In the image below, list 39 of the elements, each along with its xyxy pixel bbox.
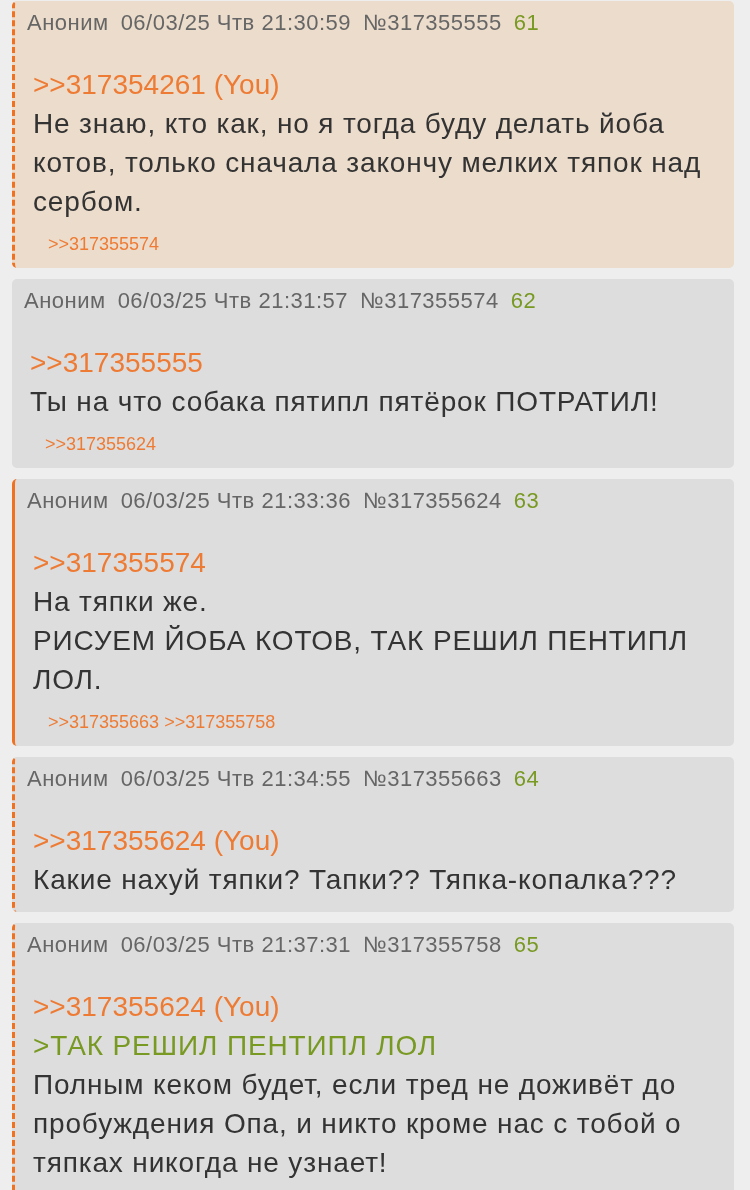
- post-ordinal: 65: [513, 931, 540, 959]
- post-text: Какие нахуй тяпки? Тапки?? Тяпка-копалка???: [33, 863, 678, 897]
- post-date: 06/03/25 Чтв 21:37:31: [120, 931, 352, 959]
- post-number-link[interactable]: №317355624: [363, 485, 502, 517]
- reply-link[interactable]: >>317355574: [33, 547, 206, 578]
- greentext-quote: >ТАК РЕШИЛ ПЕНТИПЛ ЛОЛ: [33, 1029, 439, 1063]
- author-name: Аноним: [27, 9, 109, 37]
- you-marker: (You): [213, 991, 280, 1022]
- reply-link[interactable]: >>317355555: [30, 347, 203, 378]
- post-text: Полным кеком будет, если тред не доживёт до пробуждения Опа, и никто кроме нас с тобой о тяпках никогда не узнает!: [33, 1068, 683, 1180]
- post-ordinal: 63: [513, 487, 540, 515]
- post-number-link[interactable]: №317355758: [363, 929, 502, 961]
- author-name: Аноним: [24, 287, 106, 315]
- post-date: 06/03/25 Чтв 21:30:59: [120, 9, 352, 37]
- post-text: РИСУЕМ ЙОБА КОТОВ, ТАК РЕШИЛ ПЕНТИПЛ ЛОЛ.: [33, 624, 689, 697]
- backlink[interactable]: >>317355574: [48, 233, 160, 255]
- post-text: На тяпки же.: [33, 585, 209, 619]
- backlink[interactable]: >>317355758: [164, 711, 276, 733]
- post-number-link[interactable]: №317355663: [363, 763, 502, 795]
- author-name: Аноним: [27, 765, 109, 793]
- post-date: 06/03/25 Чтв 21:34:55: [120, 765, 352, 793]
- author-name: Аноним: [27, 931, 109, 959]
- post-text: Ты на что собака пятипл пятёрок ПОТРАТИЛ!: [30, 385, 660, 419]
- post-ordinal: 62: [510, 287, 537, 315]
- post-number-link[interactable]: №317355555: [363, 7, 502, 39]
- reply-link[interactable]: >>317354261: [33, 69, 206, 100]
- author-name: Аноним: [27, 487, 109, 515]
- post-date: 06/03/25 Чтв 21:31:57: [117, 287, 349, 315]
- backlink[interactable]: >>317355624: [45, 433, 157, 455]
- post-date: 06/03/25 Чтв 21:33:36: [120, 487, 352, 515]
- post-number-link[interactable]: №317355574: [360, 285, 499, 317]
- post-ordinal: 61: [513, 9, 540, 37]
- reply-link[interactable]: >>317355624: [33, 825, 206, 856]
- you-marker: (You): [213, 69, 280, 100]
- post-ordinal: 64: [513, 765, 540, 793]
- backlink[interactable]: >>317355663: [48, 711, 160, 733]
- you-marker: (You): [213, 825, 280, 856]
- reply-link[interactable]: >>317355624: [33, 991, 206, 1022]
- post-text: Не знаю, кто как, но я тогда буду делать йоба котов, только сначала закончу мелких тяпок над сербом.: [33, 107, 703, 219]
